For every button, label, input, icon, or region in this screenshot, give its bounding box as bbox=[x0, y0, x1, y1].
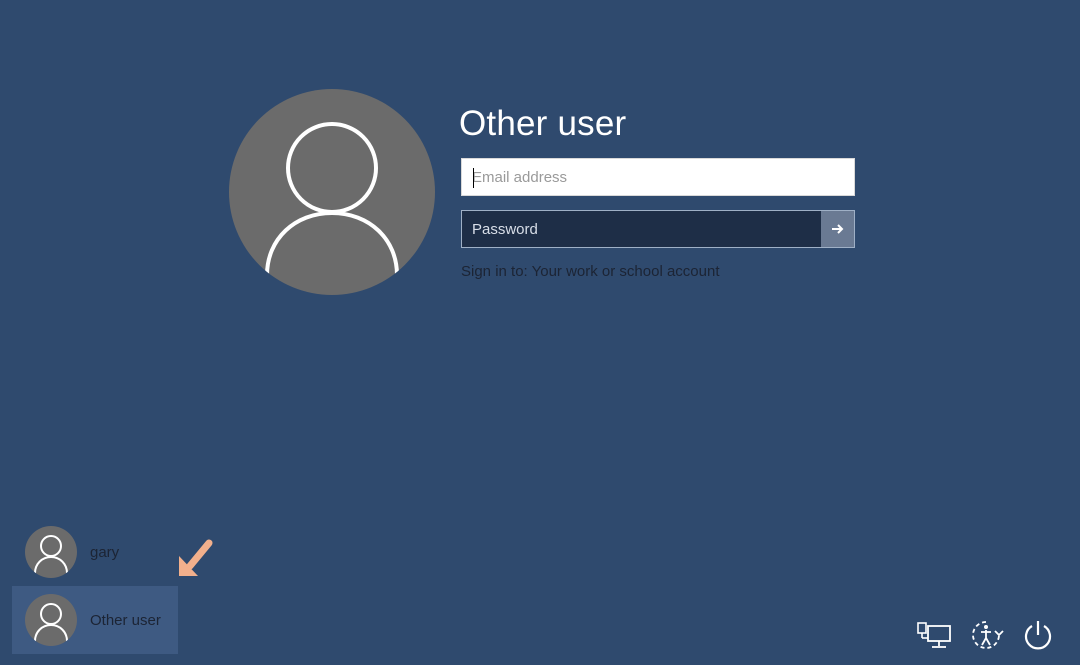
page-title: Other user bbox=[459, 104, 627, 143]
user-silhouette-icon bbox=[34, 603, 68, 642]
user-silhouette-icon bbox=[265, 122, 399, 276]
power-button[interactable] bbox=[1018, 615, 1058, 655]
ease-of-access-icon bbox=[972, 621, 1004, 649]
user-name-label: Other user bbox=[90, 611, 161, 629]
submit-button[interactable] bbox=[821, 211, 854, 247]
password-input[interactable] bbox=[462, 211, 821, 247]
email-input[interactable] bbox=[462, 159, 854, 195]
sign-in-to-text: Sign in to: Your work or school account bbox=[461, 263, 720, 280]
text-caret bbox=[473, 168, 474, 188]
large-user-avatar bbox=[229, 89, 435, 295]
avatar bbox=[25, 594, 77, 646]
password-field[interactable] bbox=[461, 210, 855, 248]
network-button[interactable] bbox=[915, 615, 955, 655]
user-item-gary[interactable]: gary bbox=[12, 518, 178, 586]
user-name-label: gary bbox=[90, 543, 120, 561]
ease-of-access-button[interactable] bbox=[966, 615, 1006, 655]
network-icon bbox=[917, 622, 951, 648]
arrow-right-icon bbox=[831, 224, 843, 234]
avatar bbox=[25, 526, 77, 578]
user-silhouette-icon bbox=[34, 535, 68, 574]
user-item-other-user[interactable]: Other user bbox=[12, 586, 178, 654]
hint-arrow-icon bbox=[179, 539, 213, 576]
email-field[interactable] bbox=[461, 158, 855, 196]
power-icon bbox=[1024, 621, 1052, 650]
